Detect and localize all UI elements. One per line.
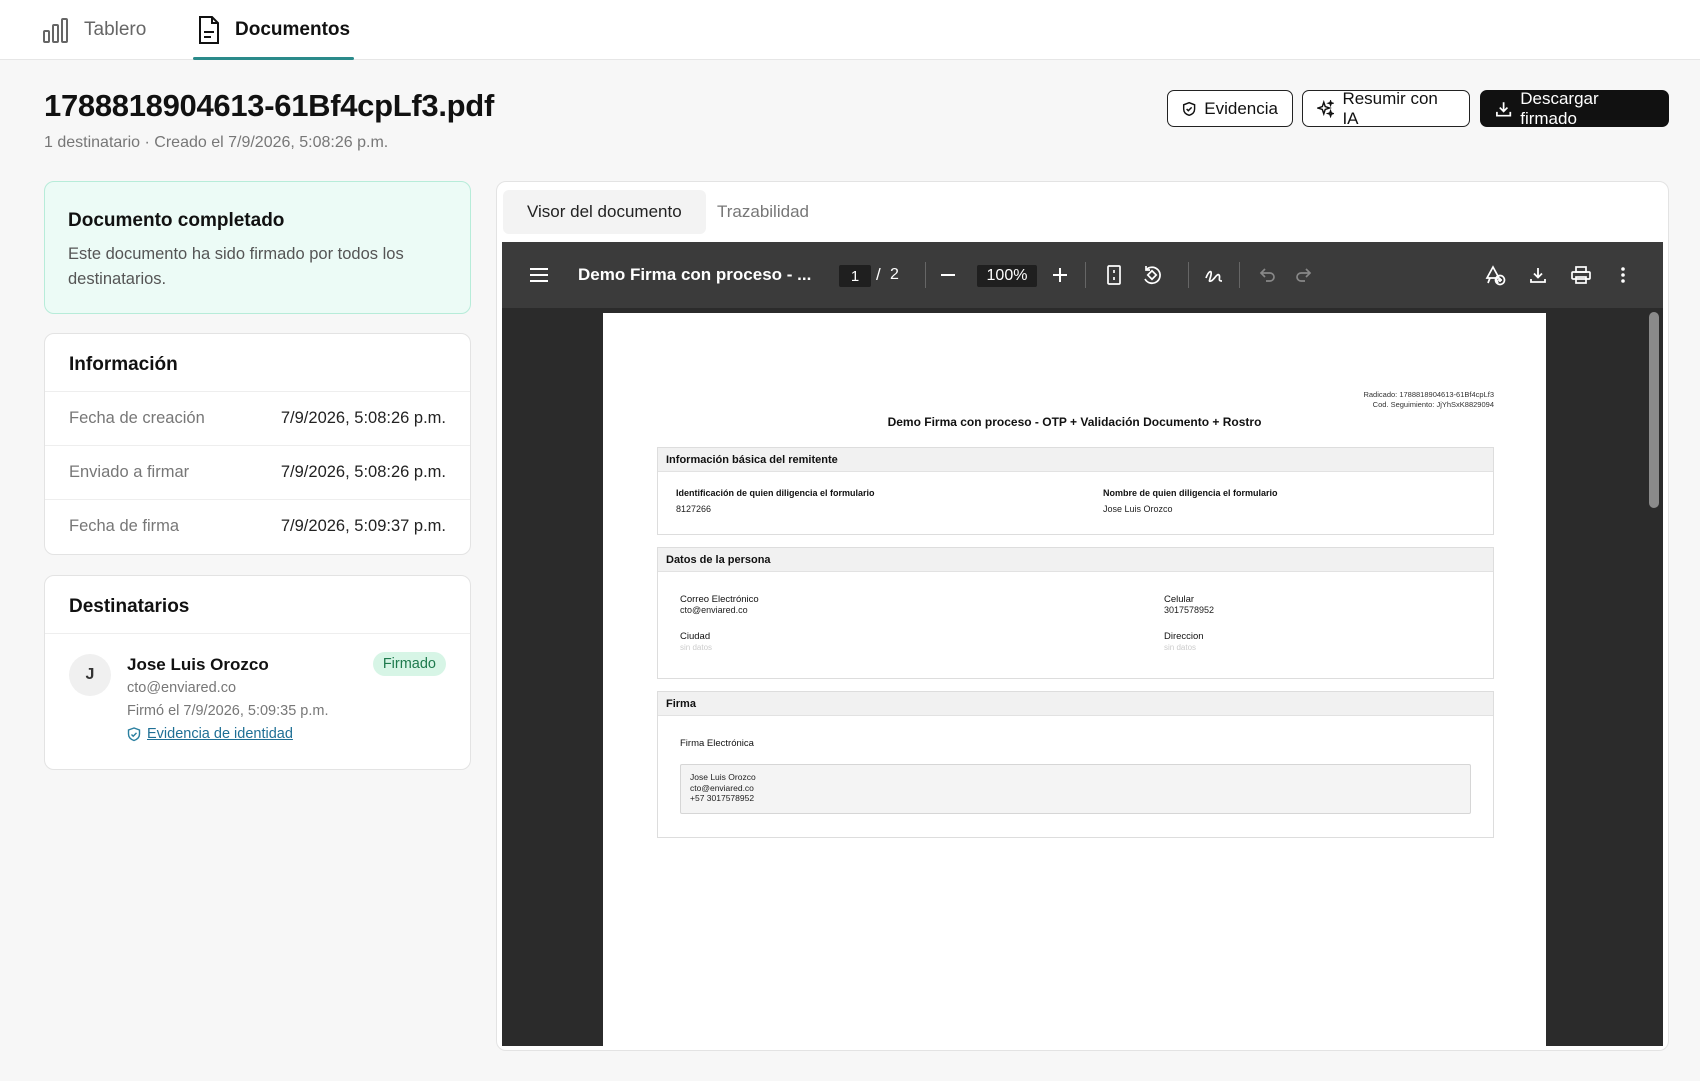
- document-subtitle: 1 destinatario · Creado el 7/9/2026, 5:0…: [44, 134, 389, 151]
- document-icon: [199, 16, 219, 44]
- recipients-card: Destinatarios J Jose Luis Orozco cto@env…: [44, 575, 471, 770]
- page-total: 2: [890, 266, 899, 283]
- pdf-section-signature: Firma Firma Electrónica Jose Luis Orozco…: [657, 691, 1494, 838]
- status-message: Este documento ha sido firmado por todos…: [68, 245, 404, 288]
- recipient-email: cto@enviared.co: [127, 680, 237, 696]
- recipient-name: Jose Luis Orozco: [127, 655, 269, 674]
- identity-evidence-link[interactable]: Evidencia de identidad: [127, 726, 293, 742]
- toolbar-divider: [925, 262, 926, 288]
- pdf-field-empty: sin datos: [1164, 643, 1197, 652]
- pdf-section-sender: Información básica del remitente Identif…: [657, 447, 1494, 535]
- pdf-field-label: Identificación de quien diligencia el fo…: [676, 488, 875, 498]
- pdf-field-value: cto@enviared.co: [680, 605, 748, 615]
- pdf-field-value: Jose Luis Orozco: [1103, 504, 1173, 514]
- rotate-icon[interactable]: [1137, 242, 1167, 308]
- zoom-level[interactable]: 100%: [977, 265, 1037, 287]
- info-card: Información Fecha de creación 7/9/2026, …: [44, 333, 471, 555]
- document-title: 1788818904613-61Bf4cpLf3.pdf: [44, 88, 494, 123]
- toolbar-divider: [1085, 262, 1086, 288]
- info-value: 7/9/2026, 5:09:37 p.m.: [280, 517, 446, 535]
- recipient-item: J Jose Luis Orozco cto@enviared.co Firmó…: [45, 633, 470, 742]
- info-title: Información: [69, 354, 178, 375]
- document-viewer-panel: Visor del documento Trazabilidad Demo Fi…: [496, 181, 1669, 1051]
- download-signed-button[interactable]: Descargar firmado: [1480, 88, 1669, 128]
- pdf-seguimiento-line: Cod. Seguimiento: JjYhSxK8829094: [1372, 400, 1494, 409]
- pdf-section-title: Información básica del remitente: [658, 448, 1493, 472]
- bar-chart-icon: [43, 18, 68, 43]
- info-row-created: Fecha de creación 7/9/2026, 5:08:26 p.m.: [45, 391, 470, 445]
- info-row-sent: Enviado a firmar 7/9/2026, 5:08:26 p.m.: [45, 445, 470, 499]
- recipients-title: Destinatarios: [69, 596, 190, 617]
- recipient-signed-at: Firmó el 7/9/2026, 5:09:35 p.m.: [127, 703, 329, 719]
- toolbar-divider: [1188, 262, 1189, 288]
- pdf-section-person: Datos de la persona Correo Electrónico c…: [657, 547, 1494, 679]
- zoom-out-icon[interactable]: [932, 242, 964, 308]
- pdf-radicado: Radicado: 1788818904613-61Bf4cpLf3 Cod. …: [1363, 390, 1494, 410]
- pdf-field-label: Firma Electrónica: [680, 738, 754, 749]
- pdf-section-title: Datos de la persona: [658, 548, 1493, 572]
- evidence-button[interactable]: Evidencia: [1167, 90, 1293, 127]
- pdf-section-title: Firma: [658, 692, 1493, 716]
- fit-page-icon[interactable]: [1099, 242, 1129, 308]
- pdf-heading: Demo Firma con proceso - OTP + Validació…: [887, 415, 1262, 429]
- info-value: 7/9/2026, 5:08:26 p.m.: [280, 409, 446, 427]
- redo-icon[interactable]: [1289, 242, 1319, 308]
- pdf-toolbar: Demo Firma con proceso - ... 1 / 2 100%: [502, 242, 1663, 308]
- pdf-page: Radicado: 1788818904613-61Bf4cpLf3 Cod. …: [603, 313, 1546, 1046]
- info-value: 7/9/2026, 5:08:26 p.m.: [280, 463, 446, 481]
- pdf-title: Demo Firma con proceso - ...: [578, 265, 812, 284]
- pdf-field-label: Correo Electrónico: [680, 594, 759, 605]
- pdf-viewer: Demo Firma con proceso - ... 1 / 2 100%: [502, 242, 1663, 1046]
- shield-check-icon: [127, 726, 141, 741]
- page-number-input[interactable]: 1: [839, 265, 871, 287]
- pdf-radicado-line: Radicado: 1788818904613-61Bf4cpLf3: [1363, 390, 1494, 399]
- undo-icon[interactable]: [1252, 242, 1282, 308]
- avatar: J: [69, 654, 111, 696]
- pdf-field-label: Ciudad: [680, 631, 711, 642]
- draw-icon[interactable]: [1199, 242, 1229, 308]
- page-separator: /: [876, 265, 881, 284]
- status-card: Documento completado Este documento ha s…: [44, 181, 471, 314]
- pdf-field-label: Celular: [1164, 594, 1195, 605]
- download-signed-label: Descargar firmado: [1520, 88, 1599, 128]
- pdf-field-value: 3017578952: [1164, 605, 1215, 615]
- download-icon: [1496, 101, 1512, 117]
- info-row-signed: Fecha de firma 7/9/2026, 5:09:37 p.m.: [45, 499, 470, 553]
- tab-documentos-label: Documentos: [235, 19, 351, 40]
- tab-traceability[interactable]: Trazabilidad: [693, 190, 833, 234]
- tab-documentos[interactable]: Documentos: [192, 0, 355, 60]
- pdf-signature-line: cto@enviared.co: [690, 782, 754, 793]
- pdf-scrollbar[interactable]: [1649, 312, 1659, 508]
- tab-tablero[interactable]: Tablero: [42, 0, 146, 60]
- status-badge: Firmado: [372, 652, 446, 676]
- info-label: Enviado a firmar: [69, 463, 190, 481]
- pdf-signature-box: Jose Luis Orozco cto@enviared.co +57 301…: [680, 764, 1471, 814]
- tab-tablero-label: Tablero: [84, 19, 147, 40]
- pdf-field-label: Nombre de quien diligencia el formulario: [1103, 488, 1278, 498]
- summarize-ai-label: Resumir con IA: [1342, 88, 1438, 128]
- toolbar-divider: [1239, 262, 1240, 288]
- add-text-icon[interactable]: [1479, 242, 1511, 308]
- summarize-ai-button[interactable]: Resumir con IA: [1302, 88, 1470, 128]
- info-label: Fecha de creación: [69, 409, 205, 427]
- identity-evidence-label: Evidencia de identidad: [147, 726, 293, 742]
- pdf-field-label: Direccion: [1164, 631, 1204, 642]
- pdf-signature-line: Jose Luis Orozco: [690, 772, 756, 782]
- pdf-signature-line: +57 3017578952: [690, 793, 755, 803]
- shield-check-icon: [1182, 101, 1196, 116]
- evidence-button-label: Evidencia: [1204, 98, 1278, 118]
- top-navigation: Tablero Documentos: [0, 0, 1700, 60]
- pdf-field-empty: sin datos: [680, 643, 713, 652]
- print-icon[interactable]: [1565, 242, 1597, 308]
- tab-document-viewer[interactable]: Visor del documento: [503, 190, 706, 234]
- zoom-in-icon[interactable]: [1044, 242, 1076, 308]
- menu-icon[interactable]: [524, 242, 554, 308]
- status-title: Documento completado: [68, 210, 285, 231]
- pdf-field-value: 8127266: [676, 504, 712, 514]
- more-options-icon[interactable]: [1608, 242, 1638, 308]
- sparkles-icon: [1317, 99, 1335, 118]
- info-label: Fecha de firma: [69, 517, 180, 535]
- download-icon[interactable]: [1523, 242, 1553, 308]
